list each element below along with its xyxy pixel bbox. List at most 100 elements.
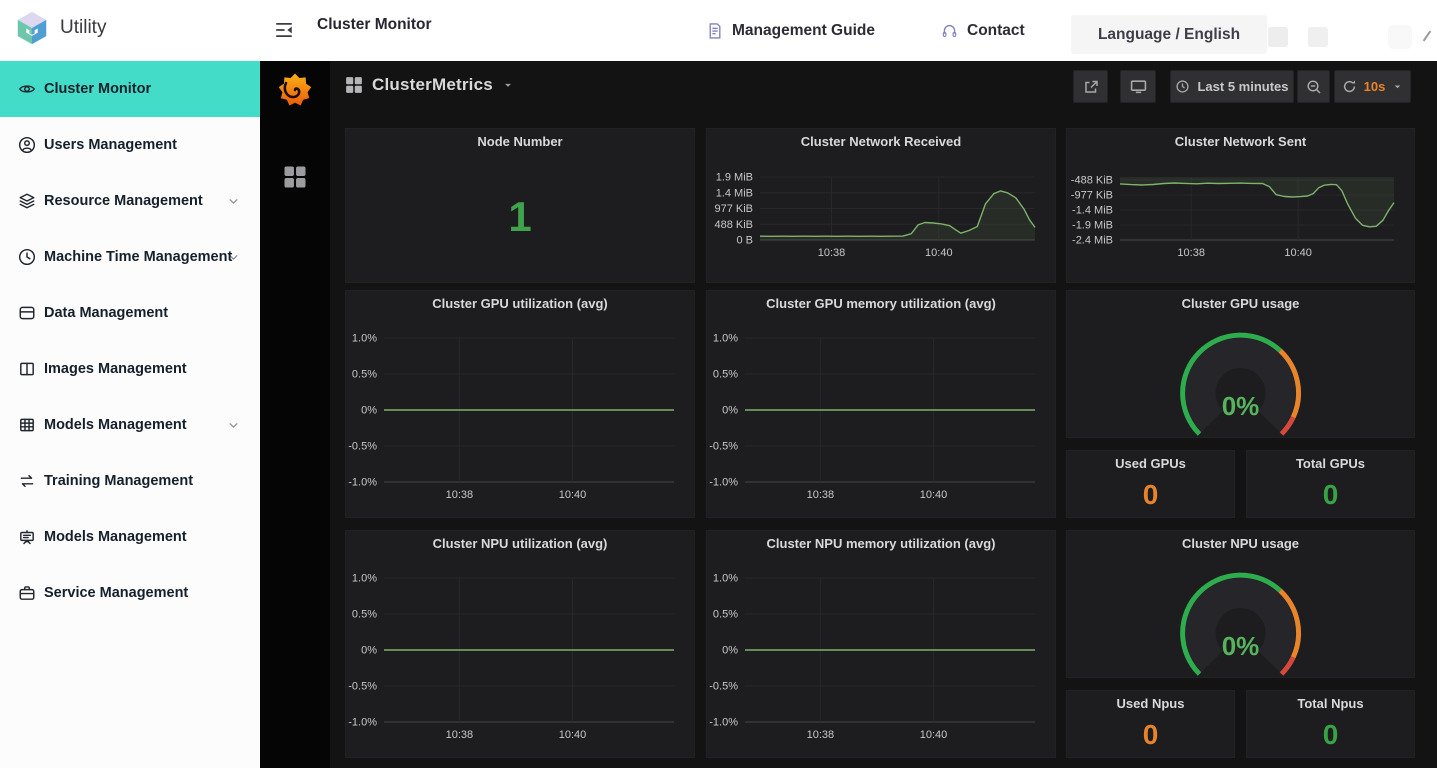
brand-name: Utility — [60, 17, 107, 38]
panel-cluster-gpu-memory-utilization-avg: Cluster GPU memory utilization (avg) 1.0%… — [706, 290, 1056, 518]
eye-icon — [18, 80, 36, 98]
svg-text:10:40: 10:40 — [920, 489, 948, 501]
panel-title[interactable]: Total GPUs — [1247, 451, 1414, 475]
dashboard-title-row[interactable]: ClusterMetrics — [345, 75, 514, 95]
sidebar-item-machine-time-management[interactable]: Machine Time Management — [0, 229, 260, 285]
line-chart: 1.0% 0.5% 0% -0.5% -1.0% 10:38 10:40 — [348, 333, 674, 501]
sidebar-item-label: Users Management — [44, 137, 177, 153]
svg-text:-0.5%: -0.5% — [709, 441, 738, 453]
easel-icon — [18, 528, 36, 546]
topbar-placeholder-icon[interactable] — [1388, 25, 1412, 49]
share-button[interactable] — [1073, 70, 1108, 103]
language-button[interactable]: Language / English — [1071, 15, 1267, 54]
document-icon — [709, 23, 721, 39]
sidebar-item-resource-management[interactable]: Resource Management — [0, 173, 260, 229]
panel-title[interactable]: Cluster NPU usage — [1067, 531, 1414, 555]
time-range-label: Last 5 minutes — [1197, 79, 1289, 94]
svg-text:0%: 0% — [361, 645, 377, 657]
topbar: Utility Cluster Monitor Management Guide… — [0, 0, 1437, 61]
edit-slash-icon[interactable] — [1422, 30, 1432, 42]
box-icon — [18, 304, 36, 322]
monitor-icon — [1130, 80, 1146, 94]
svg-text:1.0%: 1.0% — [352, 333, 377, 345]
svg-text:-1.4 MiB: -1.4 MiB — [1072, 205, 1113, 217]
time-range-picker[interactable]: Last 5 minutes — [1170, 70, 1294, 103]
menu-fold-icon[interactable] — [274, 20, 294, 40]
gauge-chart: 0% — [1180, 332, 1302, 436]
svg-text:488 KiB: 488 KiB — [714, 219, 753, 231]
panel-title[interactable]: Cluster Network Sent — [1067, 129, 1414, 153]
panel-title[interactable]: Cluster NPU memory utilization (avg) — [707, 531, 1055, 555]
svg-text:10:38: 10:38 — [818, 247, 846, 259]
dashboard-title: ClusterMetrics — [372, 75, 493, 94]
user-icon — [18, 136, 36, 154]
chevron-down-icon — [227, 195, 240, 208]
panel-title[interactable]: Total Npus — [1247, 691, 1414, 715]
panel-title[interactable]: Used Npus — [1067, 691, 1234, 715]
panel-node-number: Node Number 1 — [345, 128, 695, 283]
panel-title[interactable]: Cluster NPU utilization (avg) — [346, 531, 694, 555]
stat-value: 0 — [1142, 479, 1159, 510]
panel-total-npus: Total Npus 0 — [1246, 690, 1415, 758]
sidebar-item-training-management[interactable]: Training Management — [0, 453, 260, 509]
svg-text:0.5%: 0.5% — [713, 609, 738, 621]
share-icon — [1084, 80, 1098, 93]
panel-title[interactable]: Cluster Network Received — [707, 129, 1055, 153]
topbar-placeholder-icon[interactable] — [1308, 27, 1328, 47]
svg-text:1.0%: 1.0% — [713, 573, 738, 585]
utility-logo-icon — [17, 11, 47, 45]
sidebar-item-data-management[interactable]: Data Management — [0, 285, 260, 341]
svg-text:1.0%: 1.0% — [713, 333, 738, 345]
sidebar-item-users-management[interactable]: Users Management — [0, 117, 260, 173]
contact-link[interactable]: Contact — [941, 0, 1025, 61]
panel-cluster-npu-utilization-avg: Cluster NPU utilization (avg) 1.0% 0.5% 0% -… — [345, 530, 695, 758]
svg-text:-488 KiB: -488 KiB — [1071, 175, 1113, 187]
panel-title[interactable]: Cluster GPU usage — [1067, 291, 1414, 315]
sidebar-item-label: Models Management — [44, 417, 187, 433]
stat-value-wrap: 0 — [1067, 715, 1234, 755]
panel-title[interactable]: Cluster GPU memory utilization (avg) — [707, 291, 1055, 315]
clock-icon — [18, 248, 36, 266]
svg-text:10:40: 10:40 — [559, 489, 587, 501]
sidebar-item-cluster-monitor[interactable]: Cluster Monitor — [0, 61, 260, 117]
svg-text:0.5%: 0.5% — [352, 369, 377, 381]
brand: Utility — [13, 9, 106, 47]
stat-value-wrap: 1 — [346, 153, 694, 280]
sidebar-item-models-management[interactable]: Models Management — [0, 397, 260, 453]
sidebar-item-label: Training Management — [44, 473, 194, 489]
headset-icon — [942, 24, 957, 38]
book-icon — [18, 360, 36, 378]
panel-title[interactable]: Node Number — [346, 129, 694, 153]
sidebar: Cluster Monitor Users Management Resource … — [0, 61, 260, 768]
sidebar-item-images-management[interactable]: Images Management — [0, 341, 260, 397]
sidebar-item-label: Data Management — [44, 305, 169, 321]
svg-text:1.4 MiB: 1.4 MiB — [716, 187, 753, 199]
chevron-down-icon — [504, 83, 511, 87]
panel-title[interactable]: Cluster GPU utilization (avg) — [346, 291, 694, 315]
grid-icon — [18, 416, 36, 434]
dashboards-grid-icon[interactable] — [283, 165, 307, 189]
svg-text:1.0%: 1.0% — [352, 573, 377, 585]
zoom-out-button[interactable] — [1297, 70, 1330, 103]
svg-text:-0.5%: -0.5% — [348, 441, 377, 453]
refresh-button[interactable]: 10s — [1334, 70, 1411, 103]
sidebar-item-label: Service Management — [44, 585, 189, 601]
svg-text:0%: 0% — [722, 645, 738, 657]
grafana-logo-icon[interactable] — [278, 73, 312, 107]
svg-text:10:38: 10:38 — [807, 489, 835, 501]
panel-title[interactable]: Used GPUs — [1067, 451, 1234, 475]
dashboard-grid-icon — [346, 77, 362, 93]
panel-used-gpus: Used GPUs 0 — [1066, 450, 1235, 518]
svg-text:-0.5%: -0.5% — [709, 681, 738, 693]
stat-value-wrap: 0 — [1247, 715, 1414, 755]
stat-value-wrap: 0 — [1067, 475, 1234, 515]
topbar-placeholder-icon[interactable] — [1268, 27, 1288, 47]
tv-mode-button[interactable] — [1120, 70, 1156, 103]
svg-text:-977 KiB: -977 KiB — [1071, 190, 1113, 202]
sidebar-item-models-management-2[interactable]: Models Management — [0, 509, 260, 565]
management-guide-link[interactable]: Management Guide — [706, 0, 875, 61]
svg-text:10:38: 10:38 — [807, 729, 835, 741]
sidebar-item-service-management[interactable]: Service Management — [0, 565, 260, 621]
svg-text:10:40: 10:40 — [559, 729, 587, 741]
svg-text:10:40: 10:40 — [1284, 247, 1312, 259]
